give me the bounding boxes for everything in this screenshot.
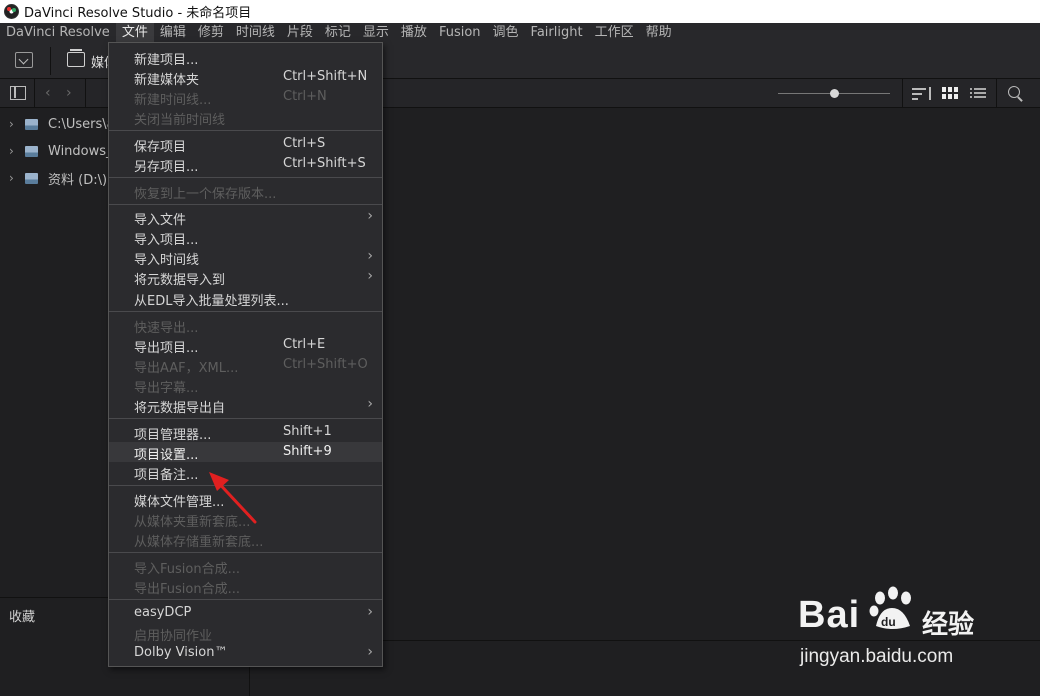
chevron-right-icon: › xyxy=(367,248,373,264)
menu-item-project-settings[interactable]: 项目设置... Shift+9 xyxy=(109,442,382,463)
menu-item-enable-collaboration: 启用协同作业 xyxy=(134,629,213,644)
title-bar: DaVinci Resolve Studio - 未命名项目 xyxy=(0,0,1040,23)
tree-item[interactable]: › 资料 (D:\) xyxy=(0,168,107,188)
file-menu-dropdown: 新建项目... 新建媒体夹 Ctrl+Shift+N 新建时间线... Ctrl+N… xyxy=(108,42,383,667)
media-pool-icon[interactable] xyxy=(67,49,85,67)
menu-item-revert-to-saved: 恢复到上一个保存版本... xyxy=(134,187,277,202)
tree-item[interactable]: › Windows_ xyxy=(0,141,113,161)
baidu-paw-icon: du xyxy=(869,586,911,629)
chevron-down-icon[interactable] xyxy=(15,52,33,68)
drive-icon xyxy=(25,172,38,184)
baidu-jingyan-watermark: Bai du 经验 jingyan.baidu.com xyxy=(798,582,998,672)
chevron-right-icon: › xyxy=(367,268,373,284)
red-arrow-icon xyxy=(209,472,257,524)
chevron-right-icon: › xyxy=(367,604,373,620)
menu-view[interactable]: 显示 xyxy=(357,23,395,43)
menu-separator xyxy=(109,552,382,553)
menu-separator xyxy=(109,418,382,419)
chevron-right-icon: › xyxy=(367,208,373,224)
watermark-url: jingyan.baidu.com xyxy=(800,646,954,667)
menu-separator xyxy=(109,177,382,178)
menu-edit[interactable]: 编辑 xyxy=(154,23,192,43)
chevron-right-icon: › xyxy=(367,644,373,660)
menu-clip[interactable]: 片段 xyxy=(281,23,319,43)
chevron-right-icon: › xyxy=(367,396,373,412)
toolbar-divider xyxy=(50,47,51,75)
menu-file[interactable]: 文件 xyxy=(115,23,154,43)
media-pool-button[interactable]: 媒体池 xyxy=(91,52,108,71)
menu-item-easydcp[interactable]: easyDCP › xyxy=(109,603,382,623)
menu-item-import-project[interactable]: 导入项目... xyxy=(109,227,382,248)
list-view-icon[interactable] xyxy=(970,87,986,99)
menu-help[interactable]: 帮助 xyxy=(640,23,678,43)
thumbnail-view-icon[interactable] xyxy=(942,87,958,99)
menu-item-dolby-vision[interactable]: Dolby Vision™ › xyxy=(109,643,382,663)
svg-text:du: du xyxy=(881,615,896,629)
toolbar-divider xyxy=(902,79,903,108)
drive-icon xyxy=(25,145,38,157)
menu-item-import-fusion-comp: 导入Fusion合成... xyxy=(134,562,240,577)
watermark-jingyan: 经验 xyxy=(922,610,975,640)
menu-separator xyxy=(109,130,382,131)
menu-item-close-timeline: 关闭当前时间线 xyxy=(134,113,226,128)
menu-item-export-metadata[interactable]: 将元数据导出自 › xyxy=(109,395,382,416)
menu-item-quick-export: 快速导出... xyxy=(134,321,199,336)
menu-separator xyxy=(109,599,382,600)
menu-item-new-project[interactable]: 新建项目... xyxy=(109,47,382,68)
window-title: DaVinci Resolve Studio - 未命名项目 xyxy=(24,6,252,21)
favorites-label: 收藏 xyxy=(9,610,36,625)
slider-handle[interactable] xyxy=(830,89,839,98)
toolbar-divider xyxy=(34,79,35,108)
tree-item-label: Windows_ xyxy=(48,143,113,159)
sidebar-toggle-icon[interactable] xyxy=(10,86,26,100)
menu-separator xyxy=(109,311,382,312)
forward-arrow-icon[interactable]: › xyxy=(66,85,72,101)
menu-fairlight[interactable]: Fairlight xyxy=(525,23,589,43)
menu-bar: DaVinci Resolve 文件 编辑 修剪 时间线 片段 标记 显示 播放… xyxy=(0,23,1040,43)
menu-item-new-bin[interactable]: 新建媒体夹 Ctrl+Shift+N xyxy=(109,67,382,88)
chevron-right-icon[interactable]: › xyxy=(9,171,21,185)
chevron-right-icon[interactable]: › xyxy=(9,144,21,158)
menu-playback[interactable]: 播放 xyxy=(395,23,433,43)
menu-item-export-subtitles: 导出字幕... xyxy=(134,381,199,396)
menu-davinci-resolve[interactable]: DaVinci Resolve xyxy=(0,23,116,43)
menu-mark[interactable]: 标记 xyxy=(319,23,357,43)
watermark-brand: Bai xyxy=(798,594,861,636)
toolbar-divider xyxy=(85,79,86,108)
sort-icon[interactable] xyxy=(912,86,932,102)
tree-item-label: 资料 (D:\) xyxy=(48,172,108,188)
menu-item-import-file[interactable]: 导入文件 › xyxy=(109,207,382,228)
back-arrow-icon[interactable]: ‹ xyxy=(45,85,51,101)
menu-item-import-edl-batch[interactable]: 从EDL导入批量处理列表... xyxy=(109,288,382,309)
toolbar-divider xyxy=(996,79,997,108)
menu-item-save-project[interactable]: 保存项目 Ctrl+S xyxy=(109,134,382,155)
menu-item-export-aaf-xml: 导出AAF，XML... Ctrl+Shift+O xyxy=(134,357,368,376)
menu-item-new-timeline: 新建时间线... Ctrl+N xyxy=(134,89,327,108)
menu-color[interactable]: 调色 xyxy=(487,23,525,43)
menu-item-save-project-as[interactable]: 另存项目... Ctrl+Shift+S xyxy=(109,154,382,175)
search-icon[interactable] xyxy=(1008,86,1020,98)
menu-timeline[interactable]: 时间线 xyxy=(230,23,281,43)
tree-item[interactable]: › C:\Users\a xyxy=(0,114,115,134)
tree-item-label: C:\Users\a xyxy=(48,116,115,132)
menu-trim[interactable]: 修剪 xyxy=(192,23,230,43)
davinci-logo-icon xyxy=(4,4,19,19)
menu-item-project-manager[interactable]: 项目管理器... Shift+1 xyxy=(109,422,382,443)
menu-separator xyxy=(109,204,382,205)
menu-fusion[interactable]: Fusion xyxy=(433,23,487,43)
menu-workspace[interactable]: 工作区 xyxy=(589,23,640,43)
menu-item-import-timeline[interactable]: 导入时间线 › xyxy=(109,247,382,268)
menu-item-export-fusion-comp: 导出Fusion合成... xyxy=(134,582,240,597)
drive-icon xyxy=(25,118,38,130)
chevron-right-icon[interactable]: › xyxy=(9,117,21,131)
menu-item-export-project[interactable]: 导出项目... Ctrl+E xyxy=(109,335,382,356)
menu-item-import-metadata[interactable]: 将元数据导入到 › xyxy=(109,267,382,288)
